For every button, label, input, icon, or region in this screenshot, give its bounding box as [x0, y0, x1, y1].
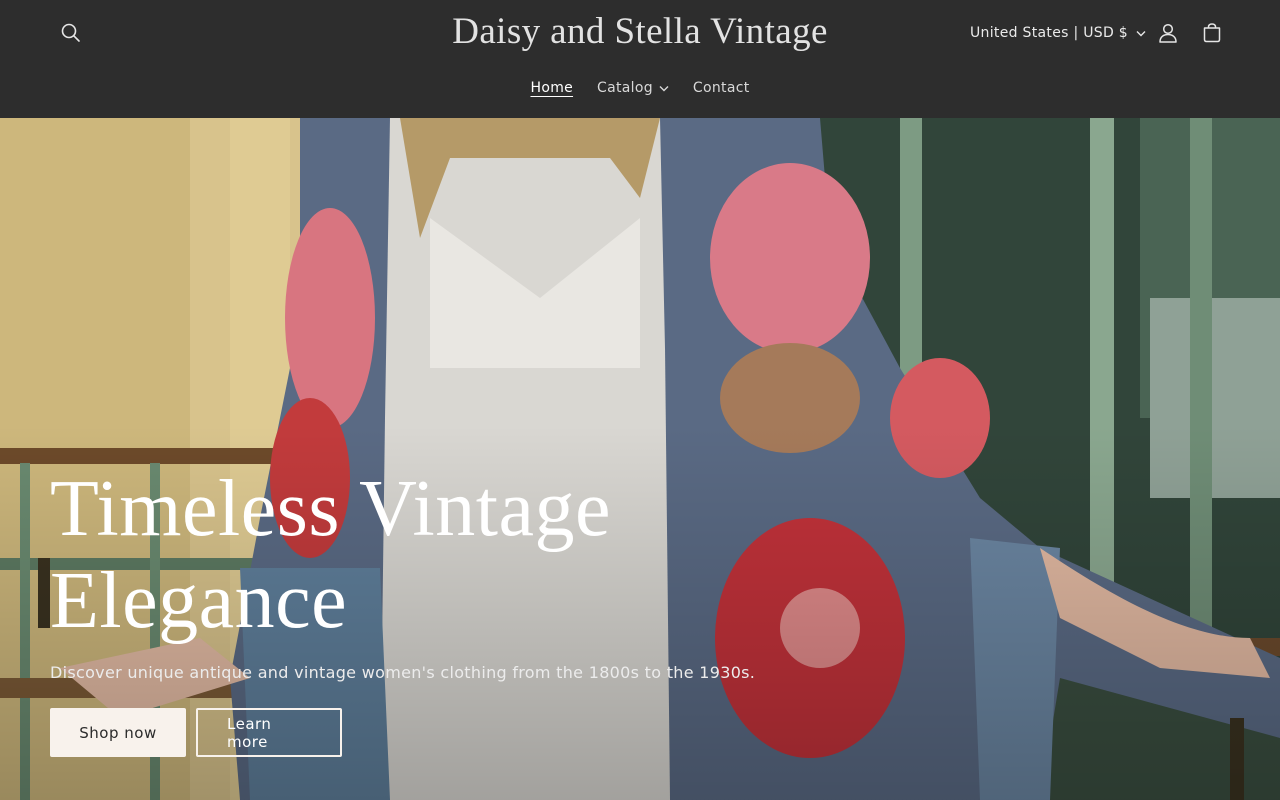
hero-banner: Timeless Vintage Elegance Discover uniqu…: [0, 118, 1280, 800]
search-icon: [61, 23, 80, 42]
country-currency-selector[interactable]: United States | USD $: [962, 13, 1154, 53]
bag-icon: [1203, 23, 1221, 43]
chevron-down-icon: [659, 85, 669, 91]
hero-content: Timeless Vintage Elegance Discover uniqu…: [50, 463, 770, 757]
hero-subtitle: Discover unique antique and vintage wome…: [50, 663, 756, 682]
nav-home-label: Home: [530, 80, 574, 96]
hero-title: Timeless Vintage Elegance: [50, 463, 770, 647]
chevron-down-icon: [1136, 30, 1146, 36]
hero-title-line-1: Timeless Vintage: [50, 465, 612, 553]
shop-now-button[interactable]: Shop now: [50, 708, 186, 757]
site-logo[interactable]: Daisy and Stella Vintage: [452, 11, 828, 52]
user-icon: [1159, 23, 1177, 43]
search-button[interactable]: [49, 11, 93, 55]
hero-title-line-2: Elegance: [50, 557, 348, 645]
currency-label: United States | USD $: [970, 25, 1128, 41]
nav-item-catalog[interactable]: Catalog: [585, 74, 681, 102]
hero-buttons: Shop now Learn more: [50, 708, 770, 757]
cart-button[interactable]: [1190, 11, 1234, 55]
nav-catalog-label: Catalog: [597, 80, 653, 96]
learn-more-button[interactable]: Learn more: [196, 708, 342, 757]
site-header: Daisy and Stella Vintage United States |…: [0, 0, 1280, 118]
main-navigation: Home Catalog Contact: [0, 70, 1280, 106]
nav-contact-label: Contact: [692, 80, 750, 96]
nav-item-home[interactable]: Home: [519, 74, 586, 102]
account-button[interactable]: [1146, 11, 1190, 55]
nav-item-contact[interactable]: Contact: [681, 74, 762, 102]
